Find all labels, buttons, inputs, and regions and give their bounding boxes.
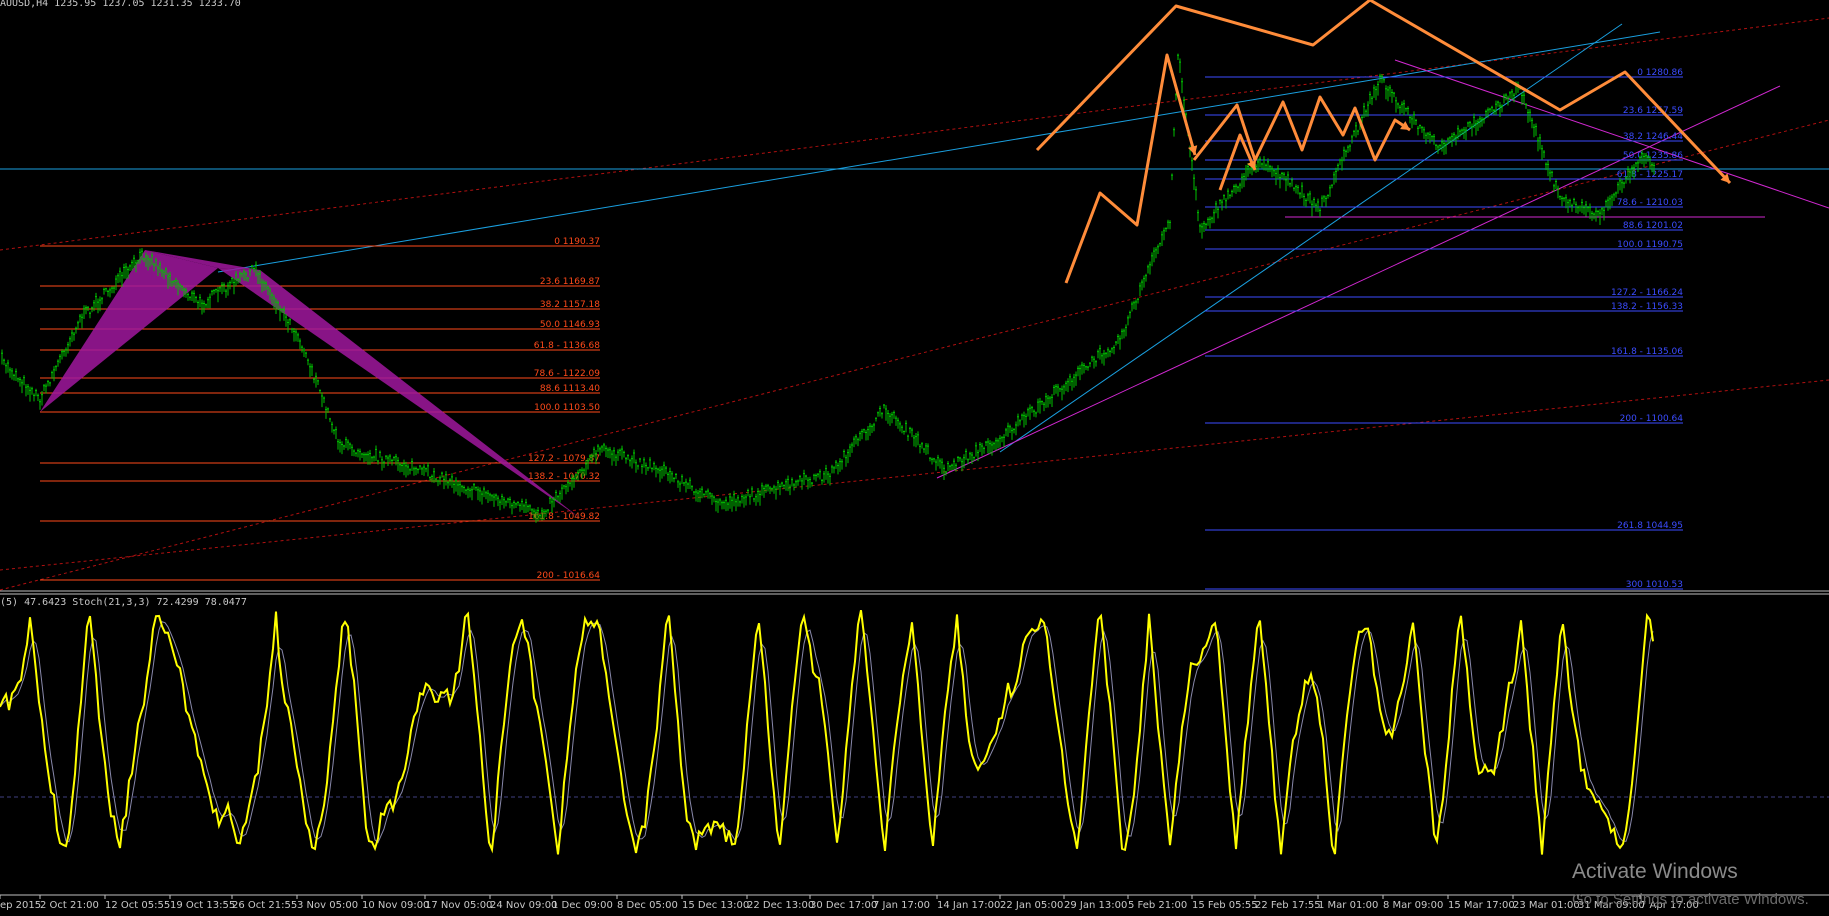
fib-label-left: 50.0 1146.93 [540, 320, 600, 330]
time-label: 15 Mar 17:00 [1448, 900, 1515, 911]
fib-label-right: 50.0 1235.86 [1623, 151, 1683, 161]
time-label: 15 Dec 13:00 [682, 900, 749, 911]
fib-label-right: 88.6 1201.02 [1623, 221, 1683, 231]
time-label: 30 Dec 17:00 [810, 900, 877, 911]
fib-label-left: 78.6 - 1122.09 [534, 369, 600, 379]
fib-label-right: 38.2 1246.44 [1623, 132, 1683, 142]
time-label: 26 Oct 21:55 [232, 900, 297, 911]
fib-label-right: 161.8 - 1135.06 [1611, 347, 1683, 357]
time-label: 10 Nov 09:00 [362, 900, 429, 911]
fib-label-right: 78.6 - 1210.03 [1617, 198, 1683, 208]
symbol-header: AUUSD,H4 1235.95 1237.05 1231.35 1233.70 [0, 0, 241, 9]
fib-label-right: 127.2 - 1166.24 [1611, 288, 1683, 298]
fib-label-right: 61.8 - 1225.17 [1617, 170, 1683, 180]
time-label: 14 Jan 17:00 [937, 900, 1000, 911]
activate-windows-title: Activate Windows [1572, 860, 1738, 883]
time-label: 24 Nov 09:00 [490, 900, 557, 911]
fib-label-left: 38.2 1157.18 [540, 300, 600, 310]
time-label: ep 2015 [0, 900, 41, 911]
fib-label-right: 300 1010.53 [1626, 580, 1683, 590]
time-label: 23 Mar 01:00 [1513, 900, 1580, 911]
time-label: 12 Oct 05:55 [105, 900, 170, 911]
projection-arrow [1192, 95, 1411, 162]
time-label: 22 Feb 17:55 [1255, 900, 1321, 911]
fib-label-right: 0 1280.86 [1637, 68, 1683, 78]
fib-label-left: 138.2 - 1070.32 [528, 472, 600, 482]
fib-label-left: 100.0 1103.50 [534, 403, 600, 413]
fib-label-left: 88.6 1113.40 [540, 384, 600, 394]
fib-label-right: 200 - 1100.64 [1620, 414, 1684, 424]
fib-label-right: 23.6 1257.59 [1623, 106, 1683, 116]
time-label: 7 Jan 17:00 [873, 900, 930, 911]
time-label: 1 Dec 09:00 [552, 900, 613, 911]
stoch-main-line [0, 609, 1654, 855]
time-label: 5 Feb 21:00 [1128, 900, 1187, 911]
fib-label-left: 61.8 - 1136.68 [534, 341, 600, 351]
fib-label-right: 261.8 1044.95 [1617, 521, 1683, 531]
price-chart-svg[interactable]: 0 1190.37 23.6 1169.87 38.2 1157.18 50.0 11… [0, 0, 1829, 916]
time-label: 22 Jan 05:00 [1000, 900, 1063, 911]
time-label: 3 Nov 05:00 [297, 900, 358, 911]
time-label: 29 Jan 13:00 [1064, 900, 1127, 911]
time-label: 8 Dec 05:00 [617, 900, 678, 911]
time-label: 19 Oct 13:55 [170, 900, 235, 911]
trendline-cyan [999, 23, 1623, 453]
channel-line [0, 17, 1829, 251]
fib-label-left: 127.2 - 1079.87 [528, 454, 600, 464]
activate-windows-subtitle: Go to Settings to activate Windows. [1572, 891, 1809, 908]
fib-label-left: 200 - 1016.64 [537, 571, 601, 581]
fib-label-left: 0 1190.37 [554, 237, 600, 247]
time-label: 22 Dec 13:00 [747, 900, 814, 911]
time-label: 8 Mar 09:00 [1383, 900, 1443, 911]
chart-window: 0 1190.37 23.6 1169.87 38.2 1157.18 50.0 11… [0, 0, 1829, 916]
fib-label-left: 23.6 1169.87 [540, 277, 600, 287]
fib-label-left: 161.8 - 1049.82 [528, 512, 600, 522]
indicator-header: (5) 47.6423 Stoch(21,3,3) 72.4299 78.047… [0, 597, 247, 608]
channel-line [0, 379, 1829, 571]
time-label: 1 Mar 01:00 [1318, 900, 1378, 911]
fib-label-right: 138.2 - 1156.33 [1611, 302, 1683, 312]
time-label: 2 Oct 21:00 [40, 900, 99, 911]
time-label: 15 Feb 05:55 [1192, 900, 1258, 911]
fib-label-right: 100.0 1190.75 [1617, 240, 1683, 250]
harmonic-pattern-xab [40, 250, 218, 412]
time-label: 17 Nov 05:00 [425, 900, 492, 911]
